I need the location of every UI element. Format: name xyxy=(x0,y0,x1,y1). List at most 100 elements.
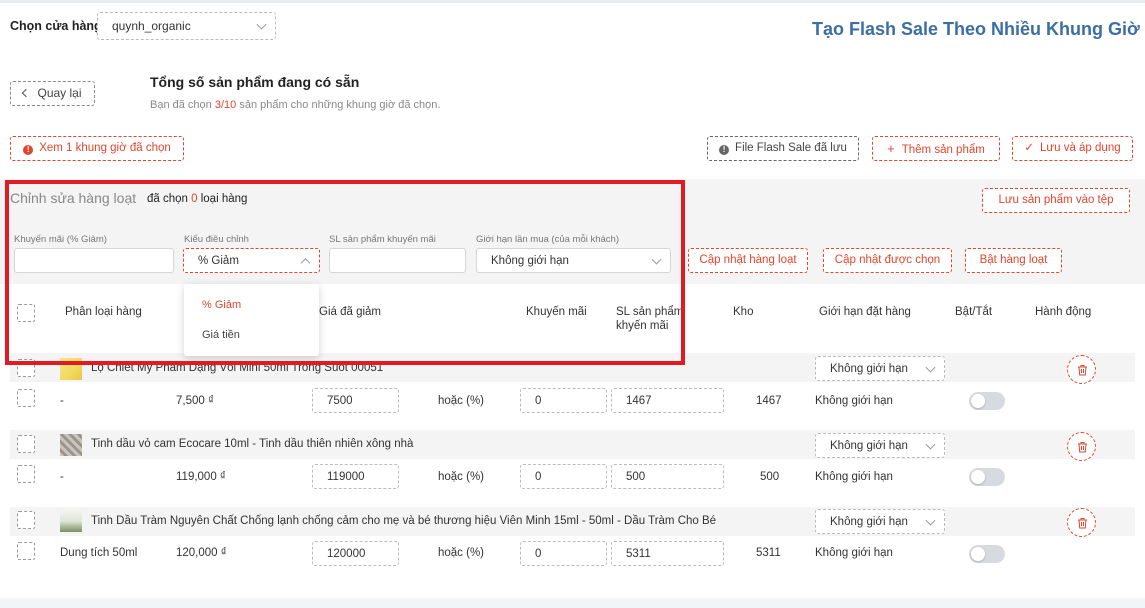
col-order-limit: Giới hạn đặt hàng xyxy=(819,306,911,318)
bulk-count-suffix: loại hàng xyxy=(197,193,248,205)
dropdown-option-price[interactable]: Giá tiền xyxy=(202,329,240,341)
or-percent-label: hoặc (%) xyxy=(438,395,485,407)
add-product-button[interactable]: + Thêm sản phẩm xyxy=(872,136,1000,161)
enable-bulk-button[interactable]: Bật hàng loạt xyxy=(965,248,1062,273)
product-limit-select[interactable]: Không giới hạn xyxy=(815,509,945,534)
sale-price-value: 7500 xyxy=(327,395,353,407)
product-limit-select[interactable]: Không giới hạn xyxy=(815,356,945,381)
discount-percent-value: 0 xyxy=(535,548,542,560)
variant-price: 7,500 ₫ xyxy=(176,395,214,407)
purchase-limit-value: Không giới hạn xyxy=(491,255,569,267)
discount-percent-value: 0 xyxy=(535,471,542,483)
page-title: Tạo Flash Sale Theo Nhiều Khung Giờ xyxy=(812,19,1140,39)
enable-toggle[interactable] xyxy=(969,392,1005,410)
saved-file-label: File Flash Sale đã lưu xyxy=(735,142,847,154)
promo-qty-value: 5311 xyxy=(626,548,651,560)
sale-price-input[interactable]: 7500 xyxy=(312,388,399,413)
chevron-down-icon xyxy=(925,439,936,450)
store-label: Chọn cửa hàng xyxy=(10,19,102,33)
view-time-slots-button[interactable]: ! Xem 1 khung giờ đã chọn xyxy=(10,136,184,161)
variant-name: - xyxy=(60,395,64,407)
purchase-limit-select[interactable]: Không giới hạn xyxy=(476,248,671,273)
dropdown-option-percent[interactable]: % Giảm xyxy=(202,299,241,311)
plus-icon: + xyxy=(887,141,895,156)
product-checkbox[interactable] xyxy=(17,435,35,453)
trash-icon xyxy=(1078,442,1087,453)
save-apply-button[interactable]: ✓ Lưu và áp dụng xyxy=(1012,136,1133,161)
promo-qty-input[interactable] xyxy=(329,248,466,273)
discount-percent-input[interactable]: 0 xyxy=(520,541,607,566)
discount-percent-value: 0 xyxy=(535,395,542,407)
col-stock: Kho xyxy=(733,306,754,318)
order-limit-value: Không giới hạn xyxy=(815,547,893,559)
product-checkbox[interactable] xyxy=(17,359,35,377)
trash-icon xyxy=(1078,518,1087,529)
order-limit-value: Không giới hạn xyxy=(815,471,893,483)
or-percent-label: hoặc (%) xyxy=(438,547,485,559)
product-limit-value: Không giới hạn xyxy=(830,440,908,452)
chevron-down-icon xyxy=(256,19,267,30)
sale-price-input[interactable]: 120000 xyxy=(312,541,399,566)
toggle-knob xyxy=(971,394,985,408)
save-to-file-button[interactable]: Lưu sản phẩm vào tệp xyxy=(982,188,1130,213)
sale-price-input[interactable]: 119000 xyxy=(312,464,399,489)
summary-sub-prefix: Bạn đã chọn xyxy=(150,99,215,111)
variant-checkbox[interactable] xyxy=(17,389,35,407)
col-promo-qty: SL sản phẩm khyến mãi xyxy=(616,306,683,332)
delete-product-button[interactable] xyxy=(1067,508,1096,537)
toggle-knob xyxy=(971,470,985,484)
summary-sub-suffix: sản phẩm cho những khung giờ đã chọn. xyxy=(236,99,441,111)
variant-price: 119,000 ₫ xyxy=(176,471,226,483)
select-all-checkbox[interactable] xyxy=(17,304,35,322)
chevron-left-icon xyxy=(22,88,31,98)
promo-qty-value: 1467 xyxy=(626,395,652,407)
promo-qty-input[interactable]: 500 xyxy=(611,464,724,489)
bulk-count-prefix: đã chọn xyxy=(147,193,192,205)
stock-value: 500 xyxy=(760,471,780,483)
selected-count: 3/10 xyxy=(214,99,237,111)
adjust-type-value: % Giảm xyxy=(198,255,239,267)
promo-qty-input[interactable]: 1467 xyxy=(611,388,724,413)
adjust-type-label: Kiểu điều chỉnh xyxy=(184,234,249,245)
variant-checkbox[interactable] xyxy=(17,542,35,560)
store-select[interactable]: quynh_organic xyxy=(97,12,276,40)
product-checkbox[interactable] xyxy=(17,511,35,529)
product-limit-select[interactable]: Không giới hạn xyxy=(815,433,945,458)
info-icon: ! xyxy=(23,145,34,155)
variant-name: Dung tích 50ml xyxy=(60,547,138,559)
chevron-up-icon xyxy=(300,257,311,268)
saved-file-button[interactable]: ! File Flash Sale đã lưu xyxy=(707,136,859,161)
back-button[interactable]: Quay lại xyxy=(10,81,95,106)
discount-percent-input[interactable]: 0 xyxy=(520,464,607,489)
enable-toggle[interactable] xyxy=(969,545,1005,563)
back-button-label: Quay lại xyxy=(37,86,82,100)
discount-field-label: Khuyến mãi (% Giảm) xyxy=(14,234,107,245)
variant-checkbox[interactable] xyxy=(17,465,35,483)
toggle-knob xyxy=(971,547,985,561)
col-promo-qty-line1: SL sản phẩm xyxy=(616,306,684,318)
col-variant: Phân loại hàng xyxy=(65,306,142,318)
enable-toggle[interactable] xyxy=(969,468,1005,486)
delete-product-button[interactable] xyxy=(1067,432,1096,461)
chevron-down-icon xyxy=(925,362,936,373)
discount-percent-input[interactable]: 0 xyxy=(520,388,607,413)
bulk-selected-count: đã chọn 0 loại hàng xyxy=(147,193,247,205)
col-action: Hành động xyxy=(1035,306,1092,318)
order-limit-value: Không giới hạn xyxy=(815,395,893,407)
col-toggle: Bật/Tắt xyxy=(955,306,993,318)
product-thumbnail xyxy=(60,358,82,380)
product-limit-value: Không giới hạn xyxy=(830,516,908,528)
stock-value: 5311 xyxy=(756,547,781,559)
add-product-label: Thêm sản phẩm xyxy=(901,144,985,156)
adjust-type-select[interactable]: % Giảm xyxy=(183,248,320,273)
promo-qty-value: 500 xyxy=(626,471,646,483)
promo-qty-input[interactable]: 5311 xyxy=(611,541,724,566)
delete-product-button[interactable] xyxy=(1067,355,1096,384)
discount-input[interactable] xyxy=(14,248,174,273)
store-select-value: quynh_organic xyxy=(112,19,191,33)
check-icon: ✓ xyxy=(1024,142,1035,154)
sale-price-value: 120000 xyxy=(327,548,366,560)
bulk-update-button[interactable]: Cập nhật hàng loạt xyxy=(688,248,808,273)
summary-title: Tổng số sản phẩm đang có sẵn xyxy=(150,74,360,90)
update-selected-button[interactable]: Cập nhật được chọn xyxy=(823,248,952,273)
